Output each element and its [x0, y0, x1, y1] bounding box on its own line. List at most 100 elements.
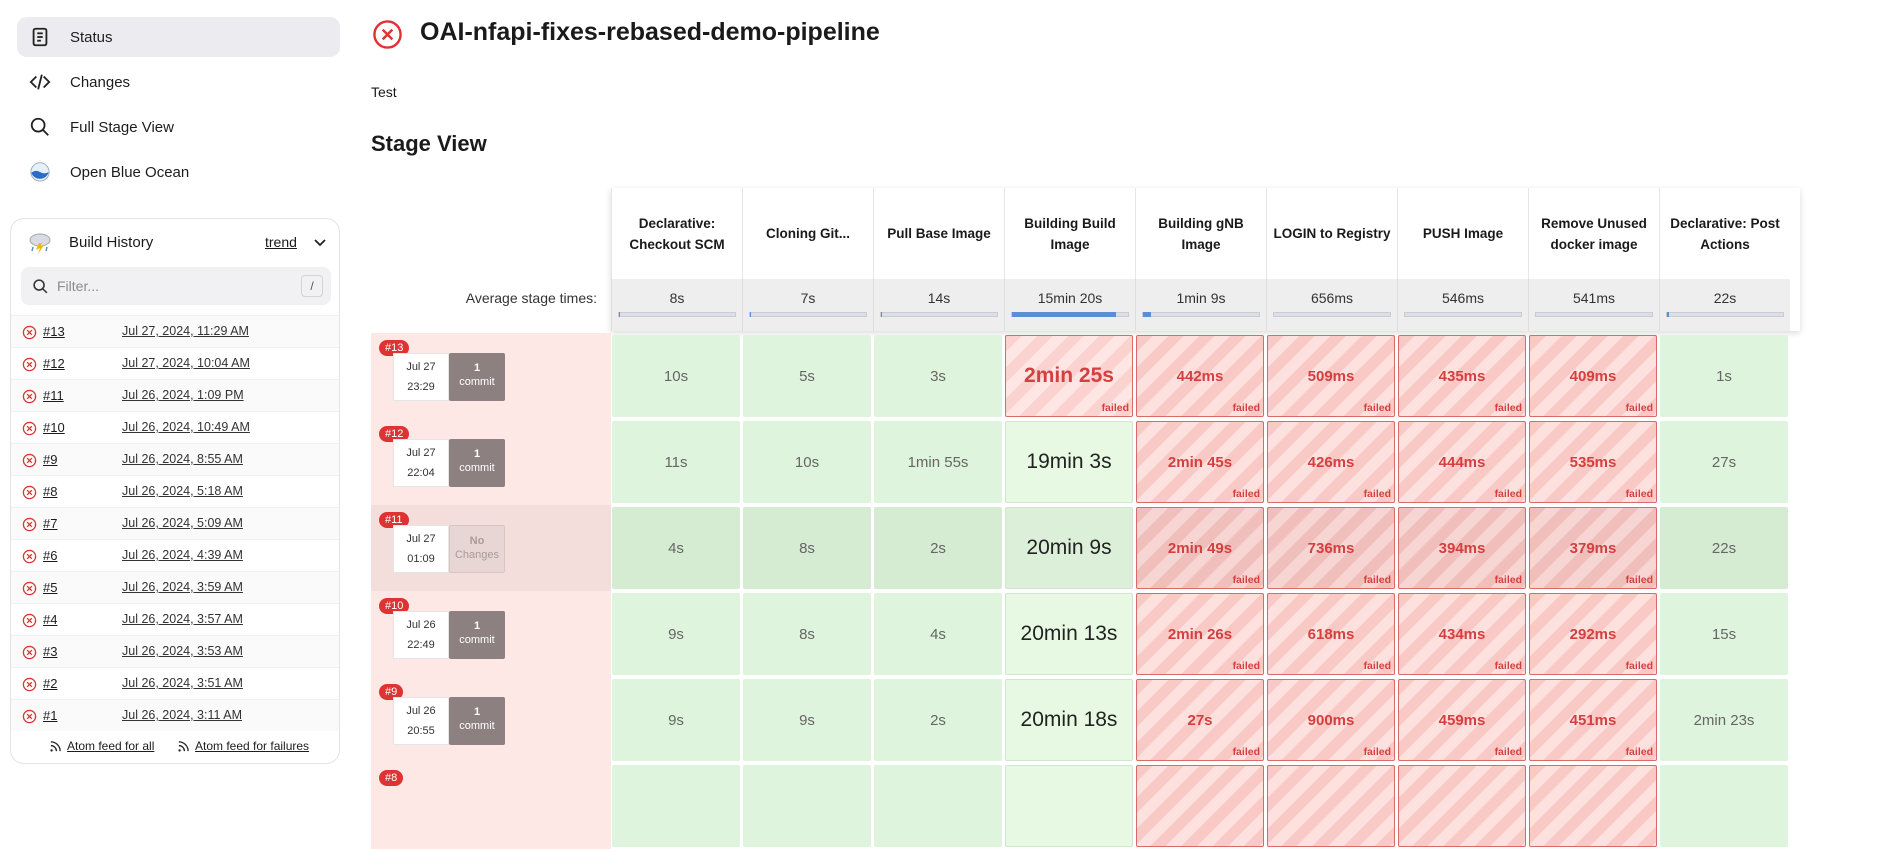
stage-average-value: 14s [927, 290, 951, 306]
build-number-link[interactable]: #2 [43, 676, 57, 691]
stage-cell[interactable]: 9s [612, 593, 740, 675]
stage-cell[interactable]: 22s [1660, 507, 1788, 589]
stage-cell[interactable]: 2min 45s failed [1136, 421, 1264, 503]
stage-cell[interactable]: 10s [743, 421, 871, 503]
build-number-link[interactable]: #10 [43, 420, 65, 435]
stage-cell[interactable]: 10s [612, 335, 740, 417]
stage-cell[interactable]: 2min 23s [1660, 679, 1788, 761]
build-date-link[interactable]: Jul 27, 2024, 11:29 AM [122, 324, 249, 338]
stage-cell[interactable]: 4s [874, 593, 1002, 675]
build-number-link[interactable]: #6 [43, 548, 57, 563]
feed-all-link[interactable]: Atom feed for all [49, 739, 154, 753]
build-number-link[interactable]: #1 [43, 708, 57, 723]
build-date-link[interactable]: Jul 26, 2024, 10:49 AM [122, 420, 250, 434]
stage-cell[interactable]: 618ms failed [1267, 593, 1395, 675]
build-number-link[interactable]: #4 [43, 612, 57, 627]
build-date-link[interactable]: Jul 26, 2024, 3:53 AM [122, 644, 243, 658]
stage-cell[interactable]: 2s [874, 679, 1002, 761]
build-date-link[interactable]: Jul 26, 2024, 5:18 AM [122, 484, 243, 498]
stage-cell[interactable]: 535ms failed [1529, 421, 1657, 503]
stage-cell[interactable]: 434ms failed [1398, 593, 1526, 675]
build-date-link[interactable]: Jul 26, 2024, 4:39 AM [122, 548, 243, 562]
stage-cell[interactable]: 27s [1660, 421, 1788, 503]
build-date-link[interactable]: Jul 26, 2024, 3:51 AM [122, 676, 243, 690]
stage-cell[interactable] [1267, 765, 1395, 847]
stage-cell[interactable]: 509ms failed [1267, 335, 1395, 417]
stage-cell[interactable] [1660, 765, 1788, 847]
stage-cell[interactable]: 409ms failed [1529, 335, 1657, 417]
build-number-link[interactable]: #13 [43, 324, 65, 339]
code-icon [28, 70, 52, 94]
stage-cell[interactable] [1529, 765, 1657, 847]
build-date-link[interactable]: Jul 26, 2024, 8:55 AM [122, 452, 243, 466]
stage-cell[interactable]: 4s [612, 507, 740, 589]
stage-cell[interactable]: 2min 26s failed [1136, 593, 1264, 675]
build-number-link[interactable]: #3 [43, 644, 57, 659]
stage-cell[interactable] [874, 765, 1002, 847]
stage-cell[interactable]: 451ms failed [1529, 679, 1657, 761]
run-badge[interactable]: #8 [379, 770, 404, 786]
run-commits-button[interactable]: 1 commit [449, 439, 505, 487]
stage-cell[interactable]: 20min 18s [1005, 679, 1133, 761]
build-date-link[interactable]: Jul 26, 2024, 5:09 AM [122, 516, 243, 530]
run-commits-button[interactable]: No Changes [449, 525, 505, 573]
stage-cell[interactable]: 2min 25s failed [1005, 335, 1133, 417]
stage-cell[interactable] [1398, 765, 1526, 847]
stage-cell[interactable]: 292ms failed [1529, 593, 1657, 675]
chevron-down-icon[interactable] [313, 235, 327, 249]
stage-cell[interactable]: 1min 55s [874, 421, 1002, 503]
run-commits-button[interactable]: 1 commit [449, 353, 505, 401]
build-number-link[interactable]: #11 [43, 388, 64, 403]
feed-failures-link[interactable]: Atom feed for failures [177, 739, 309, 753]
stage-cell[interactable]: 442ms failed [1136, 335, 1264, 417]
build-filter-input[interactable] [57, 276, 277, 296]
build-number-link[interactable]: #5 [43, 580, 57, 595]
stage-duration: 292ms [1569, 625, 1617, 643]
stage-cell[interactable]: 2s [874, 507, 1002, 589]
build-number-link[interactable]: #7 [43, 516, 57, 531]
stage-cell[interactable]: 11s [612, 421, 740, 503]
stage-cell[interactable]: 15s [1660, 593, 1788, 675]
build-date-link[interactable]: Jul 26, 2024, 3:57 AM [122, 612, 243, 626]
stage-cell[interactable]: 736ms failed [1267, 507, 1395, 589]
build-date-link[interactable]: Jul 26, 2024, 1:09 PM [122, 388, 244, 402]
build-date-link[interactable]: Jul 27, 2024, 10:04 AM [122, 356, 250, 370]
stage-cell[interactable]: 3s [874, 335, 1002, 417]
stage-cell[interactable]: 20min 13s [1005, 593, 1133, 675]
stage-cell[interactable]: 5s [743, 335, 871, 417]
trend-link[interactable]: trend [265, 234, 297, 250]
stage-cell[interactable]: 379ms failed [1529, 507, 1657, 589]
stage-cell[interactable]: 2min 49s failed [1136, 507, 1264, 589]
stage-cell[interactable]: 8s [743, 593, 871, 675]
run-commits-button[interactable]: 1 commit [449, 611, 505, 659]
stage-cell[interactable] [1005, 765, 1133, 847]
stage-cell[interactable]: 9s [612, 679, 740, 761]
run-commit-count: 1 [473, 448, 481, 460]
stage-cell[interactable] [743, 765, 871, 847]
stage-cell[interactable] [612, 765, 740, 847]
stage-cell[interactable]: 27s failed [1136, 679, 1264, 761]
build-date-link[interactable]: Jul 26, 2024, 3:11 AM [122, 708, 242, 722]
stage-cell[interactable]: 444ms failed [1398, 421, 1526, 503]
failed-label: failed [1494, 574, 1522, 586]
stage-cell[interactable]: 19min 3s [1005, 421, 1133, 503]
nav-open-blue-ocean[interactable]: Open Blue Ocean [17, 152, 340, 192]
build-date-link[interactable]: Jul 26, 2024, 3:59 AM [122, 580, 243, 594]
stage-cell[interactable]: 394ms failed [1398, 507, 1526, 589]
nav-changes[interactable]: Changes [17, 62, 340, 102]
stage-cell[interactable]: 900ms failed [1267, 679, 1395, 761]
build-number-link[interactable]: #8 [43, 484, 57, 499]
stage-cell[interactable] [1136, 765, 1264, 847]
build-number-link[interactable]: #12 [43, 356, 65, 371]
stage-cell[interactable]: 20min 9s [1005, 507, 1133, 589]
stage-cell[interactable]: 8s [743, 507, 871, 589]
nav-full-stage-view[interactable]: Full Stage View [17, 107, 340, 147]
stage-cell[interactable]: 459ms failed [1398, 679, 1526, 761]
build-number-link[interactable]: #9 [43, 452, 57, 467]
stage-cell[interactable]: 435ms failed [1398, 335, 1526, 417]
stage-cell[interactable]: 426ms failed [1267, 421, 1395, 503]
nav-status[interactable]: Status [17, 17, 340, 57]
stage-cell[interactable]: 9s [743, 679, 871, 761]
stage-cell[interactable]: 1s [1660, 335, 1788, 417]
run-commits-button[interactable]: 1 commit [449, 697, 505, 745]
